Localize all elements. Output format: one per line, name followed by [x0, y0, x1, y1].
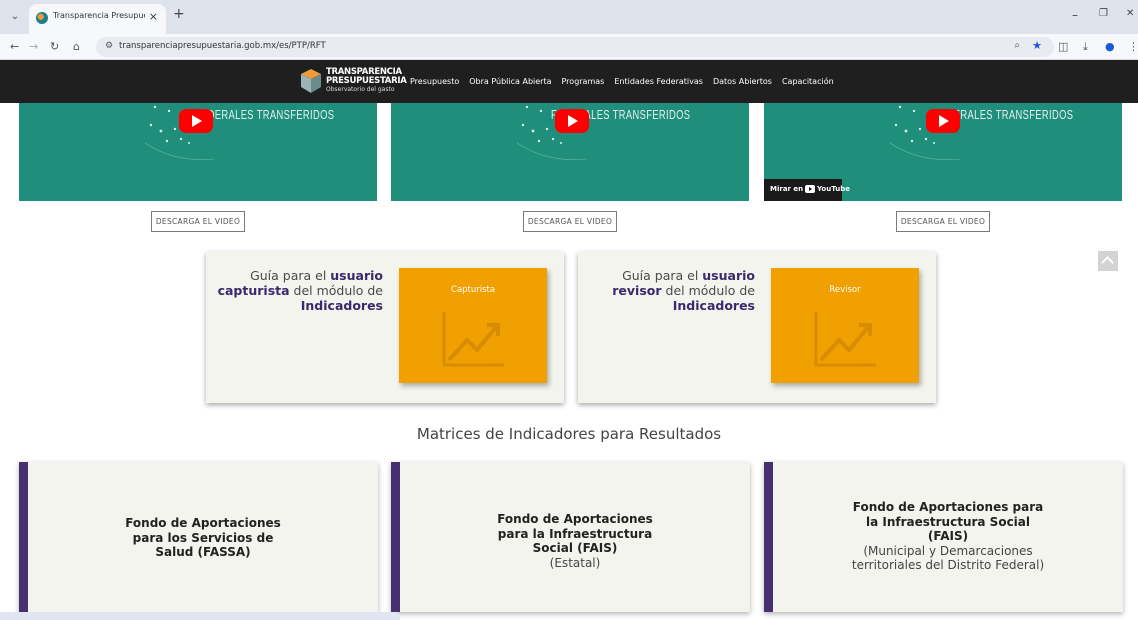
video-title: FEDERALES TRANSFERIDOS [195, 107, 335, 122]
video-player-1[interactable]: FEDERALES TRANSFERIDOS [19, 103, 377, 201]
guide-text-mid: del módulo de [289, 283, 383, 298]
tab-title: Transparencia Presupuestaria | [53, 11, 145, 20]
download-video-button-3[interactable]: DESCARGA EL VIDEO [896, 211, 990, 232]
logo-line3: Observatorio del gasto [326, 86, 395, 93]
chart-trend-icon [442, 312, 504, 367]
nav-obra-publica[interactable]: Obra Pública Abierta [469, 77, 551, 86]
tab-close-icon[interactable]: × [149, 10, 158, 23]
youtube-label: YouTube [817, 185, 850, 193]
revisor-button[interactable]: Revisor [771, 268, 919, 383]
capturista-label: Capturista [450, 285, 496, 295]
reload-icon[interactable]: ↻ [50, 40, 59, 53]
guide-text-module: Indicadores [300, 298, 383, 313]
guide-text-module: Indicadores [672, 298, 755, 313]
mir-card-text: Fondo de Aportaciones para los Servicios… [28, 516, 378, 560]
chart-trend-icon [814, 312, 876, 367]
url-text: transparenciapresupuestaria.gob.mx/es/PT… [119, 41, 326, 51]
guide-card-capturista: Guía para el usuario capturista del módu… [206, 252, 564, 403]
zoom-icon[interactable]: ⌕ [1014, 40, 1020, 51]
logo-line2: PRESUPUESTARIA [326, 76, 407, 86]
mir-card-text: Fondo de Aportaciones para la Infraestru… [773, 500, 1123, 573]
guide-card-revisor: Guía para el usuario revisor del módulo … [578, 252, 936, 403]
mir-card-fais-municipal[interactable]: Fondo de Aportaciones para la Infraestru… [764, 462, 1123, 612]
site-info-icon[interactable]: ⚙ [105, 41, 113, 51]
minimize-button[interactable]: – [1072, 8, 1078, 22]
bookmark-star-icon[interactable]: ★ [1032, 39, 1042, 52]
nav-datos-abiertos[interactable]: Datos Abiertos [713, 77, 772, 86]
guide-text: Guía para el usuario revisor del módulo … [578, 268, 755, 313]
maximize-button[interactable]: ❐ [1099, 8, 1108, 19]
video-player-2[interactable]: FEDERALES TRANSFERIDOS [391, 103, 749, 201]
guide-text-pre: Guía para el [622, 268, 703, 283]
capturista-button[interactable]: Capturista [399, 268, 547, 383]
browser-status-bar [0, 612, 400, 620]
nav-programas[interactable]: Programas [562, 77, 605, 86]
address-bar[interactable]: ⚙ transparenciapresupuestaria.gob.mx/es/… [96, 37, 1054, 57]
watch-on-label: Mirar en [770, 185, 804, 193]
profile-icon[interactable]: ● [1105, 40, 1115, 53]
scroll-to-top-button[interactable] [1098, 251, 1118, 271]
guide-text-pre: Guía para el [250, 268, 331, 283]
youtube-logo-icon [805, 185, 815, 193]
nav-presupuesto[interactable]: Presupuesto [410, 77, 459, 86]
youtube-play-icon[interactable] [555, 109, 589, 133]
main-nav: Presupuesto Obra Pública Abierta Program… [410, 77, 834, 86]
extensions-icon[interactable]: ◫ [1058, 40, 1068, 53]
mir-card-text: Fondo de Aportaciones para la Infraestru… [400, 512, 750, 570]
revisor-label: Revisor [829, 285, 861, 295]
site-logo[interactable]: TRANSPARENCIA PRESUPUESTARIA Observatori… [300, 66, 412, 98]
site-header: TRANSPARENCIA PRESUPUESTARIA Observatori… [0, 60, 1138, 103]
browser-tab-bar: ⌄ Transparencia Presupuestaria | × + – ❐… [0, 0, 1138, 34]
video-player-3[interactable]: FEDERALES TRANSFERIDOS Mirar en YouTube [764, 103, 1122, 201]
guide-text-mid: del módulo de [661, 283, 755, 298]
cube-logo-icon [301, 69, 321, 93]
browser-tab[interactable]: Transparencia Presupuestaria | × [29, 4, 166, 34]
youtube-play-icon[interactable] [926, 109, 960, 133]
download-video-button-2[interactable]: DESCARGA EL VIDEO [523, 211, 617, 232]
nav-entidades[interactable]: Entidades Federativas [614, 77, 703, 86]
new-tab-button[interactable]: + [173, 6, 185, 22]
close-window-button[interactable]: ✕ [1126, 8, 1134, 19]
mir-card-subtitle: (Municipal y Demarcaciones territoriales… [851, 543, 1045, 573]
download-video-button-1[interactable]: DESCARGA EL VIDEO [151, 211, 245, 232]
mir-card-subtitle: (Estatal) [549, 555, 601, 570]
menu-icon[interactable]: ⋮ [1128, 40, 1138, 53]
nav-capacitacion[interactable]: Capacitación [782, 77, 834, 86]
mir-card-title: Fondo de Aportaciones para la Infraestru… [497, 512, 653, 555]
mir-card-title: Fondo de Aportaciones para los Servicios… [125, 516, 281, 559]
browser-toolbar: ← → ↻ ⌂ ⚙ transparenciapresupuestaria.go… [0, 34, 1138, 60]
mir-card-fais-estatal[interactable]: Fondo de Aportaciones para la Infraestru… [391, 462, 750, 612]
forward-arrow-icon[interactable]: → [29, 40, 38, 53]
back-arrow-icon[interactable]: ← [10, 40, 19, 53]
tab-search-icon[interactable]: ⌄ [8, 11, 22, 25]
site-favicon-icon [36, 12, 48, 24]
home-icon[interactable]: ⌂ [73, 40, 80, 53]
download-icon[interactable]: ⤓ [1083, 40, 1088, 54]
mir-card-title: Fondo de Aportaciones para la Infraestru… [852, 500, 1044, 543]
youtube-play-icon[interactable] [179, 109, 213, 133]
watch-on-youtube-button[interactable]: Mirar en YouTube [764, 179, 850, 201]
mir-section-title: Matrices de Indicadores para Resultados [416, 425, 722, 443]
mir-card-fassa[interactable]: Fondo de Aportaciones para los Servicios… [19, 462, 378, 612]
guide-text: Guía para el usuario capturista del módu… [206, 268, 383, 313]
